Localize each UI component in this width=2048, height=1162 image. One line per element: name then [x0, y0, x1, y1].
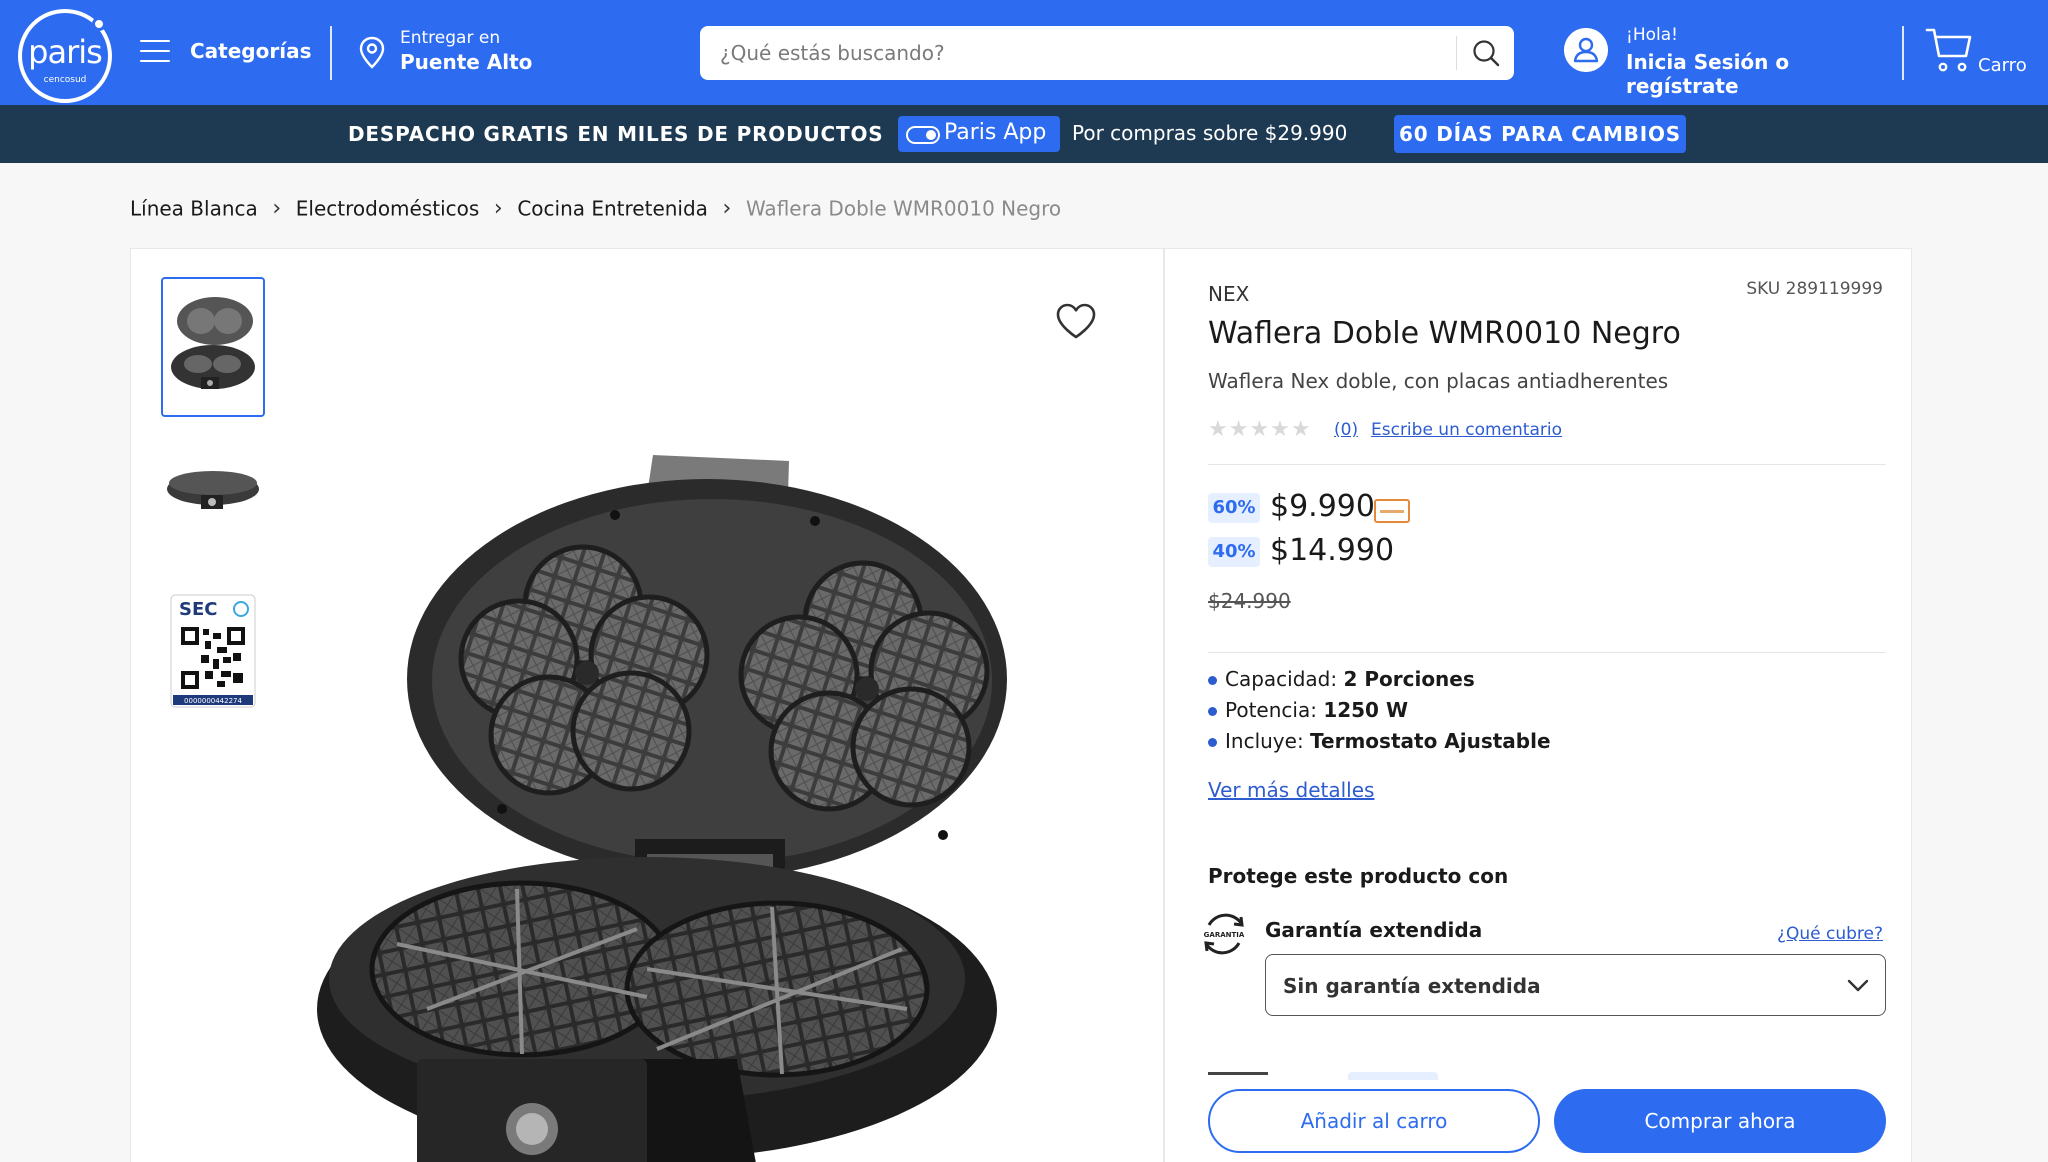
- breadcrumb: Línea Blanca › Electrodomésticos › Cocina En…: [130, 195, 1061, 221]
- product-info-panel: NEX SKU 289119999 Waflera Doble WMR0010 …: [1164, 248, 1912, 1162]
- chevron-right-icon: ›: [493, 196, 503, 221]
- cart-label: Carro: [1978, 55, 2027, 76]
- search-icon[interactable]: [1468, 36, 1504, 70]
- discount-badge: 40%: [1208, 537, 1260, 567]
- thumbnail-closed-waffle-maker[interactable]: [161, 427, 265, 567]
- search-bar: [700, 26, 1514, 80]
- paris-app-badge: Paris App: [898, 116, 1060, 152]
- search-divider: [1456, 36, 1457, 70]
- logo-dot-icon: [92, 17, 106, 31]
- divider: [1208, 464, 1886, 465]
- waffle-maker-main-image: [317, 455, 1007, 1162]
- waffle-maker-open-thumb-image: [171, 297, 255, 389]
- product-brand[interactable]: NEX: [1208, 282, 1249, 306]
- seller-row-cutoff: [1208, 1072, 1508, 1082]
- rating-count-link[interactable]: (0): [1334, 420, 1358, 440]
- thumbnail-open-waffle-maker[interactable]: [161, 277, 265, 417]
- header-divider-2: [1902, 26, 1904, 80]
- toggle-icon: [906, 126, 940, 144]
- warranty-select-value: Sin garantía extendida: [1283, 974, 1541, 998]
- svg-text:GARANTIA: GARANTIA: [1204, 931, 1245, 939]
- spec-label: Incluye:: [1225, 729, 1304, 753]
- spec-item-power: Potencia: 1250 W: [1208, 698, 1551, 729]
- svg-text:0000000442274: 0000000442274: [184, 697, 242, 705]
- warranty-select[interactable]: Sin garantía extendida: [1265, 954, 1886, 1016]
- product-sku: SKU 289119999: [1746, 279, 1883, 299]
- app-label: Paris App: [944, 120, 1047, 145]
- spec-value: 1250 W: [1323, 698, 1408, 722]
- add-to-cart-button[interactable]: Añadir al carro: [1208, 1089, 1540, 1153]
- breadcrumb-item-cocina-entretenida[interactable]: Cocina Entretenida: [517, 197, 708, 221]
- normal-price: $24.990: [1208, 589, 1291, 613]
- spec-list: Capacidad: 2 Porciones Potencia: 1250 W …: [1208, 667, 1551, 760]
- breadcrumb-item-linea-blanca[interactable]: Línea Blanca: [130, 197, 258, 221]
- search-input[interactable]: [720, 36, 1420, 70]
- thumbnail-sec-qr-label[interactable]: SEC 0000000442274: [161, 577, 265, 717]
- breadcrumb-current: Waflera Doble WMR0010 Negro: [745, 196, 1062, 221]
- chevron-right-icon: ›: [722, 196, 732, 221]
- spec-label: Potencia:: [1225, 698, 1317, 722]
- chevron-down-icon: [1847, 979, 1869, 992]
- chevron-right-icon: ›: [272, 196, 282, 221]
- logo-wordmark: paris: [28, 33, 103, 71]
- promo-banner[interactable]: DESPACHO GRATIS EN MILES DE PRODUCTOS Pa…: [0, 105, 2048, 163]
- categories-menu-button[interactable]: Categorías: [138, 36, 318, 70]
- free-shipping-text: DESPACHO GRATIS EN MILES DE PRODUCTOS: [348, 122, 884, 146]
- spec-value: Termostato Ajustable: [1310, 729, 1551, 753]
- spec-item-capacity: Capacidad: 2 Porciones: [1208, 667, 1551, 698]
- more-details-link[interactable]: Ver más detalles: [1208, 778, 1374, 802]
- header-divider: [330, 26, 332, 80]
- top-header: paris cencosud Categorías Entregar en Pu…: [0, 0, 2048, 105]
- login-prompt: Inicia Sesión o regístrate: [1626, 50, 1790, 98]
- deliver-label: Entregar en: [400, 28, 501, 48]
- minimum-purchase-text: Por compras sobre $29.990: [1072, 121, 1348, 145]
- cart-button[interactable]: Carro: [1924, 26, 2038, 82]
- warranty-icon: GARANTIA: [1204, 913, 1245, 955]
- divider: [1208, 652, 1886, 653]
- login-button[interactable]: ¡Hola! Inicia Sesión o regístrate: [1562, 24, 1902, 98]
- breadcrumb-item-electrodomesticos[interactable]: Electrodomésticos: [296, 197, 480, 221]
- card-price: $9.990: [1270, 489, 1375, 524]
- warranty-coverage-link[interactable]: ¿Qué cubre?: [1777, 924, 1883, 944]
- product-subtitle: Waflera Nex doble, con placas antiadhere…: [1208, 369, 1669, 393]
- hamburger-icon: [140, 40, 170, 64]
- product-title: Waflera Doble WMR0010 Negro: [1208, 316, 1681, 351]
- location-pin-icon: [359, 36, 385, 69]
- spec-value: 2 Porciones: [1343, 667, 1475, 691]
- delivery-location-button[interactable]: Entregar en Puente Alto: [355, 24, 615, 80]
- user-avatar-icon: [1564, 28, 1608, 72]
- returns-badge: 60 DÍAS PARA CAMBIOS: [1394, 115, 1686, 153]
- spec-label: Capacidad:: [1225, 667, 1338, 691]
- credit-card-icon: [1374, 499, 1410, 523]
- discount-badge: 60%: [1208, 493, 1260, 523]
- waffle-maker-closed-thumb-image: [167, 471, 259, 509]
- favorite-heart-icon[interactable]: [1055, 302, 1097, 340]
- protect-title: Protege este producto con: [1208, 864, 1509, 888]
- logo-subtext: cencosud: [43, 75, 87, 85]
- spec-item-includes: Incluye: Termostato Ajustable: [1208, 729, 1551, 760]
- deliver-location: Puente Alto: [400, 50, 533, 74]
- warranty-label: Garantía extendida: [1265, 918, 1483, 942]
- sec-qr-thumb-image: SEC 0000000442274: [170, 594, 256, 708]
- rating-stars-icon: ★★★★★: [1208, 417, 1312, 442]
- paris-logo[interactable]: paris cencosud: [18, 9, 112, 103]
- svg-text:SEC: SEC: [179, 599, 217, 620]
- product-gallery: SEC 0000000442274: [130, 248, 1164, 1162]
- greeting-text: ¡Hola!: [1626, 25, 1678, 45]
- internet-price: $14.990: [1270, 533, 1395, 568]
- buy-now-button[interactable]: Comprar ahora: [1554, 1089, 1886, 1153]
- categories-label: Categorías: [190, 39, 312, 63]
- shopping-cart-icon: [1925, 28, 1972, 72]
- write-review-link[interactable]: Escribe un comentario: [1371, 420, 1562, 440]
